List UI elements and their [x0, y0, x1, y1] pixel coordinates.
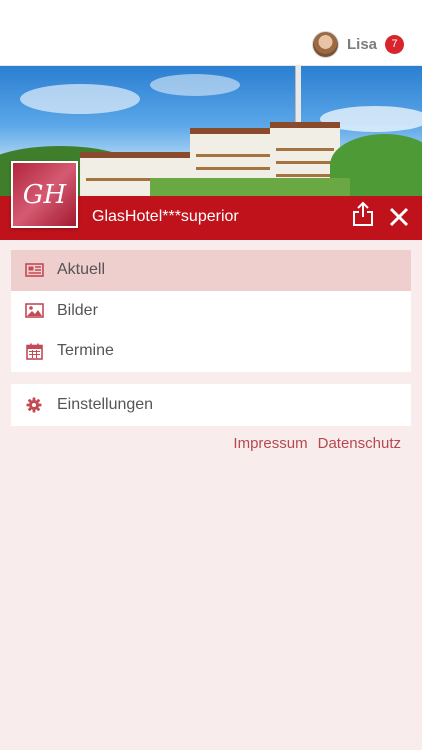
image-icon: [24, 302, 44, 320]
menu-item-einstellungen[interactable]: Einstellungen: [11, 384, 411, 426]
calendar-icon: [24, 342, 44, 360]
menu-item-label: Aktuell: [57, 261, 106, 279]
menu-item-label: Bilder: [57, 301, 98, 319]
newspaper-icon: [24, 261, 44, 279]
share-icon[interactable]: [352, 201, 374, 227]
hotel-logo: GH: [11, 161, 78, 228]
impressum-link[interactable]: Impressum: [233, 435, 307, 452]
avatar[interactable]: [311, 30, 339, 58]
top-bar: Lisa 7: [0, 0, 422, 66]
menu-item-aktuell[interactable]: Aktuell: [11, 250, 411, 291]
gear-icon: [24, 396, 44, 414]
menu-item-label: Einstellungen: [57, 396, 154, 413]
user-name[interactable]: Lisa: [347, 36, 377, 53]
logo-letters: GH: [22, 179, 67, 210]
menu-item-bilder[interactable]: Bilder: [11, 291, 411, 332]
close-icon[interactable]: [389, 207, 409, 227]
notification-badge[interactable]: 7: [385, 34, 404, 54]
datenschutz-link[interactable]: Datenschutz: [318, 435, 401, 452]
hotel-title: GlasHotel***superior: [92, 208, 239, 225]
footer-links: Impressum Datenschutz: [233, 435, 401, 452]
settings-menu: Einstellungen: [11, 384, 411, 426]
menu-item-termine[interactable]: Termine: [11, 331, 411, 372]
user-profile[interactable]: Lisa 7: [311, 29, 404, 59]
main-menu: Aktuell Bilder Termine: [11, 250, 411, 372]
menu-item-label: Termine: [57, 342, 114, 360]
